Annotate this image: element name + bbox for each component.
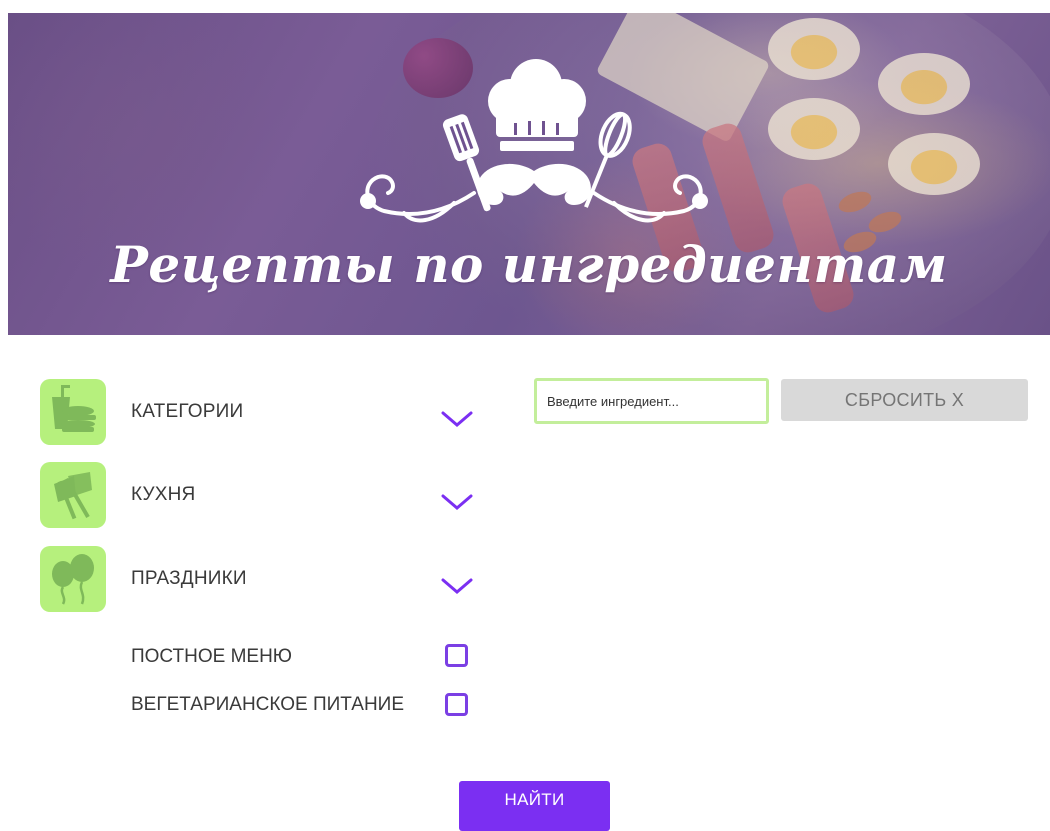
chevron-down-icon[interactable] (440, 409, 474, 431)
filter-holidays[interactable]: ПРАЗДНИКИ (40, 546, 480, 612)
chef-logo-icon (360, 59, 708, 223)
filter-cuisine[interactable]: КУХНЯ (40, 462, 480, 528)
chevron-down-icon[interactable] (440, 492, 474, 514)
hero-banner: Рецепты по ингредиентам (8, 13, 1050, 335)
lenten-menu-option[interactable]: ПОСТНОЕ МЕНЮ (131, 643, 491, 671)
reset-button[interactable]: СБРОСИТЬ X (781, 379, 1028, 421)
banner-food-egg (888, 133, 980, 195)
vegetarian-label: ВЕГЕТАРИАНСКОЕ ПИТАНИЕ (131, 694, 404, 715)
chevron-down-icon[interactable] (440, 576, 474, 598)
vegetarian-checkbox[interactable] (445, 693, 468, 716)
page-title: Рецепты по ингредиентам (110, 235, 948, 294)
filter-label-cuisine: КУХНЯ (131, 484, 196, 505)
banner-food-egg (768, 98, 860, 160)
lenten-menu-label: ПОСТНОЕ МЕНЮ (131, 646, 292, 667)
vegetarian-option[interactable]: ВЕГЕТАРИАНСКОЕ ПИТАНИЕ (131, 691, 491, 719)
filter-categories[interactable]: КАТЕГОРИИ (40, 379, 480, 445)
fast-food-icon (40, 379, 106, 445)
flags-icon (40, 462, 106, 528)
banner-food-egg (768, 18, 860, 80)
banner-food-egg (878, 53, 970, 115)
ingredient-search-input[interactable] (534, 378, 769, 424)
filter-label-categories: КАТЕГОРИИ (131, 401, 244, 422)
balloons-icon (40, 546, 106, 612)
lenten-menu-checkbox[interactable] (445, 644, 468, 667)
filter-label-holidays: ПРАЗДНИКИ (131, 568, 247, 589)
